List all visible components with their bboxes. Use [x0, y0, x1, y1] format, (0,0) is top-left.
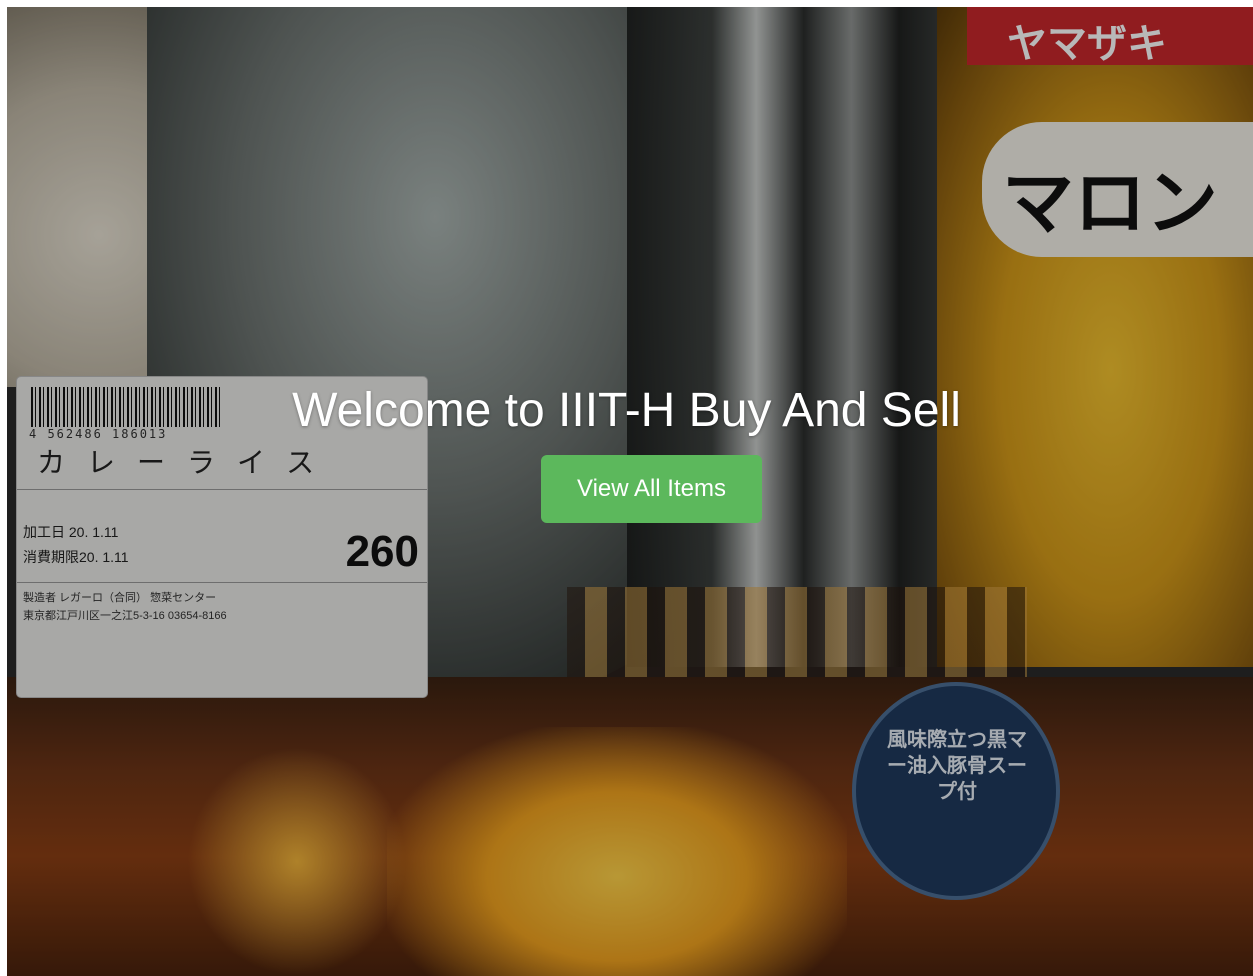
view-all-items-button[interactable]: View All Items [541, 455, 762, 523]
page-title: Welcome to IIIT-H Buy And Sell [292, 384, 961, 437]
hero-content: Welcome to IIIT-H Buy And Sell [0, 383, 1253, 439]
